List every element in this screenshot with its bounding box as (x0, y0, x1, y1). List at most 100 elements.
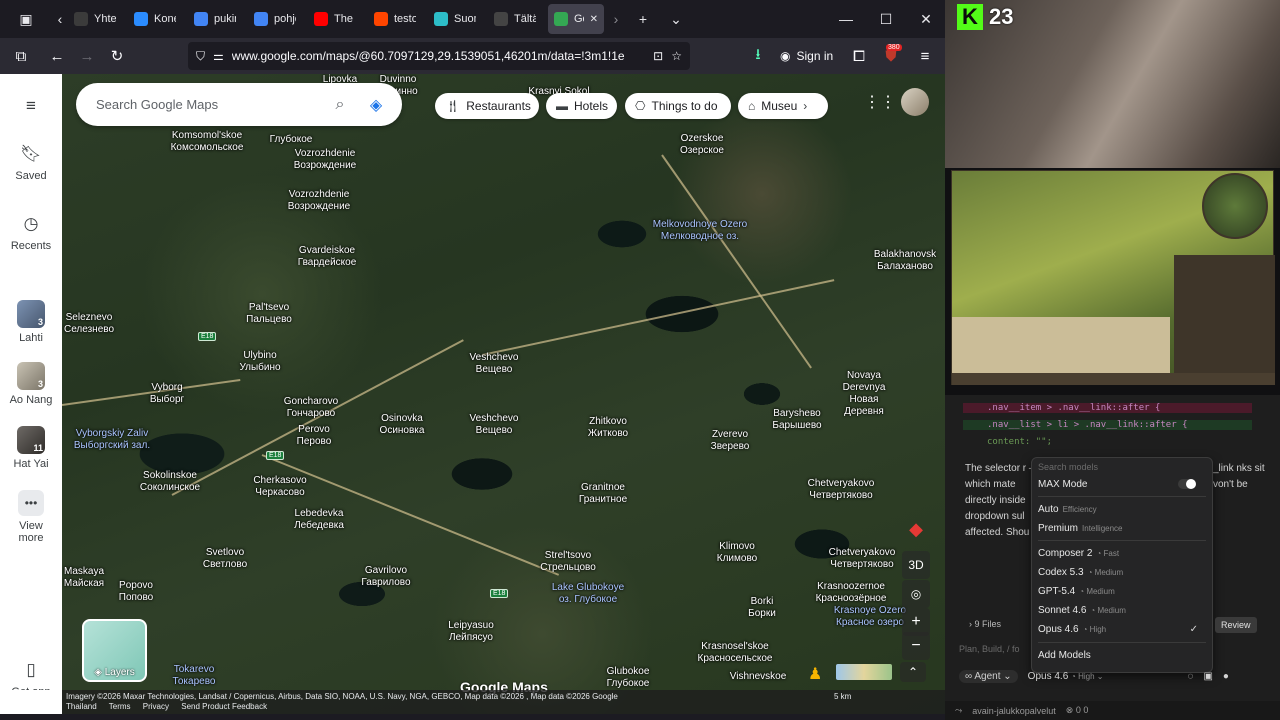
tab-overview-icon[interactable]: ▣ (0, 0, 52, 38)
map-place-label[interactable]: Krasnoye Ozero Красное озеро (834, 605, 906, 629)
recent-lahti[interactable]: 3 Lahti (0, 300, 62, 344)
map-place-label[interactable]: Balakhanovsk Балаханово (874, 249, 936, 273)
maximize-icon[interactable]: ☐ (866, 0, 906, 38)
map-place-label[interactable]: Vozrozhdenie Возрождение (294, 148, 356, 172)
map-place-label[interactable]: Melkovodnoye Ozero Мелководное оз. (653, 219, 748, 243)
map-place-label[interactable]: Veshchevo Вещево (470, 352, 519, 376)
image-icon[interactable]: ▣ (1203, 671, 1212, 682)
max-mode-toggle[interactable] (1178, 479, 1196, 489)
zoom-out-icon[interactable]: − (902, 632, 930, 660)
map-place-label[interactable]: Perovo Перово (297, 424, 332, 448)
bookmark-star-icon[interactable]: ☆ (671, 49, 682, 63)
search-icon[interactable]: ⌕ (328, 93, 352, 117)
url-bar[interactable]: ⛉ ⚌ www.google.com/maps/@60.7097129,29.1… (188, 42, 690, 70)
map-place-label[interactable]: Leipyasuo Лейпясуо (448, 620, 494, 644)
map-place-label[interactable]: Lake Glubokoye оз. Глубокое (552, 582, 624, 606)
prompt-input[interactable]: Plan, Build, / fo (959, 644, 1020, 654)
scroll-tabs-right-icon[interactable]: › (604, 0, 628, 38)
reload-icon[interactable]: ↻ (102, 41, 132, 71)
map-place-label[interactable]: Zverevo Зверево (711, 429, 750, 453)
browser-tab[interactable]: pukin (188, 4, 242, 34)
model-select[interactable]: Opus 4.6 ◔ High ⌄ (1028, 671, 1104, 682)
close-tab-icon[interactable]: ✕ (590, 14, 598, 25)
map-place-label[interactable]: Borki Борки (748, 596, 776, 620)
avatar[interactable] (901, 88, 929, 116)
map-place-label[interactable]: Popovo Попово (119, 580, 154, 604)
my-location-icon[interactable]: ◎ (902, 580, 930, 608)
maps-search-box[interactable]: Search Google Maps ⌕ ◈ (76, 83, 402, 126)
back-icon[interactable]: ← (42, 41, 72, 71)
saved-button[interactable]: 🔖︎ Saved (0, 142, 62, 182)
directions-icon[interactable]: ◈ (364, 93, 388, 117)
map-place-label[interactable]: Krasnoozernoe Красноозёрное (816, 581, 887, 605)
browser-tab[interactable]: The Th (308, 4, 362, 34)
compass-icon[interactable]: ◆ (900, 513, 932, 545)
remote-icon[interactable]: ⤳ (955, 705, 962, 716)
save-page-icon[interactable]: ⊡ (653, 49, 663, 63)
chip-museums[interactable]: ⌂ Museu › (738, 93, 828, 119)
map-place-label[interactable]: Gvardeiskoe Гвардейское (298, 245, 357, 269)
browser-tab[interactable]: pohjo (248, 4, 302, 34)
pegman-icon[interactable]: ♟ (808, 664, 822, 684)
recents-button[interactable]: ◷ Recents (0, 212, 62, 252)
url-text[interactable]: www.google.com/maps/@60.7097129,29.15390… (232, 49, 645, 63)
branch-name[interactable]: avain-jalukkopalvelut (972, 706, 1056, 716)
model-option[interactable]: GPT-5.4 ◔ Medium (1038, 582, 1206, 600)
downloads-icon[interactable]: ⭳ (743, 41, 773, 71)
map-place-label[interactable]: Glubokoe Глубокое (607, 666, 650, 690)
add-models-button[interactable]: Add Models (1038, 646, 1206, 664)
close-window-icon[interactable]: ✕ (906, 0, 946, 38)
chip-things-to-do[interactable]: ⎔ Things to do (625, 93, 731, 119)
map-place-label[interactable]: Krasnosel'skoe Красносельское (698, 641, 773, 665)
forward-icon[interactable]: → (72, 41, 102, 71)
map-place-label[interactable]: Vishnevskoe (730, 671, 787, 683)
browser-tab[interactable]: Suom (428, 4, 482, 34)
map-place-label[interactable]: Veshchevo Вещево (470, 413, 519, 437)
map-place-label[interactable]: Sokolinskoe Соколинское (140, 470, 200, 494)
map-place-label[interactable]: Osinovka Осиновка (380, 413, 425, 437)
layers-button[interactable]: ◈ Layers (82, 619, 147, 682)
map-place-label[interactable]: Klimovo Климово (717, 541, 757, 565)
browser-tab[interactable]: testo (368, 4, 422, 34)
map-place-label[interactable]: Vyborg Выборг (150, 382, 184, 406)
scroll-tabs-left-icon[interactable]: ‹ (52, 0, 68, 38)
model-option-selected[interactable]: Opus 4.6 ◔ High ✓ (1038, 620, 1206, 638)
map-place-label[interactable]: Lebedevka Лебедевка (294, 508, 344, 532)
app-menu-icon[interactable]: ≡ (910, 41, 940, 71)
imagery-thumbnails[interactable] (836, 664, 892, 680)
extensions-icon[interactable]: ⧠ (844, 41, 874, 71)
expand-icon[interactable]: ⌃ (900, 662, 926, 682)
sign-in-button[interactable]: ◉ Sign in (780, 45, 833, 67)
permissions-icon[interactable]: ⚌ (213, 49, 224, 63)
map-place-label[interactable]: Vozrozhdenie Возрождение (288, 189, 350, 213)
map-place-label[interactable]: Глубокое (270, 134, 313, 146)
footer-link-privacy[interactable]: Privacy (143, 702, 169, 711)
max-mode-toggle-row[interactable]: MAX Mode (1038, 475, 1206, 493)
map-place-label[interactable]: Chetveryakovo Четвертяково (808, 478, 875, 502)
satellite-map[interactable]: Lipovka ЛиповкаDuvinno ДувинноKrasnyi So… (62, 74, 945, 714)
footer-link-feedback[interactable]: Send Product Feedback (181, 702, 267, 711)
footer-link-country[interactable]: Thailand (66, 702, 97, 711)
chip-restaurants[interactable]: 🍴︎ Restaurants (435, 93, 539, 119)
chevron-right-icon[interactable]: › (803, 99, 807, 113)
map-place-label[interactable]: Strel'tsovo Стрельцово (540, 550, 596, 574)
model-option[interactable]: Sonnet 4.6 ◔ Medium (1038, 601, 1206, 619)
browser-tab[interactable]: Konei (128, 4, 182, 34)
mode-premium[interactable]: Premium Intelligence (1038, 519, 1206, 537)
map-place-label[interactable]: Vyborgskiy Zaliv Выборгский зал. (74, 428, 150, 452)
map-place-label[interactable]: Komsomol'skoe Комсомольское (171, 130, 244, 154)
tilt-3d-button[interactable]: 3D (902, 551, 930, 579)
sidebar-toggle-icon[interactable]: ⧉ (6, 41, 36, 71)
footer-link-terms[interactable]: Terms (109, 702, 131, 711)
mic-icon[interactable]: ● (1223, 671, 1229, 682)
map-place-label[interactable]: Barysheво Барышево (772, 408, 821, 432)
view-more-button[interactable]: ••• View more (0, 490, 62, 544)
model-search-input[interactable]: Search models (1038, 462, 1098, 472)
google-apps-icon[interactable]: ⋮⋮⋮ (864, 94, 912, 112)
browser-tab[interactable]: Yhtey (68, 4, 122, 34)
map-place-label[interactable]: Pal'tsevo Пальцево (246, 302, 292, 326)
list-tabs-icon[interactable]: ⌄ (658, 0, 694, 38)
minimize-icon[interactable]: — (826, 0, 866, 38)
map-place-label[interactable]: Tokarevo Токарево (173, 664, 216, 688)
new-tab-icon[interactable]: + (628, 0, 658, 38)
